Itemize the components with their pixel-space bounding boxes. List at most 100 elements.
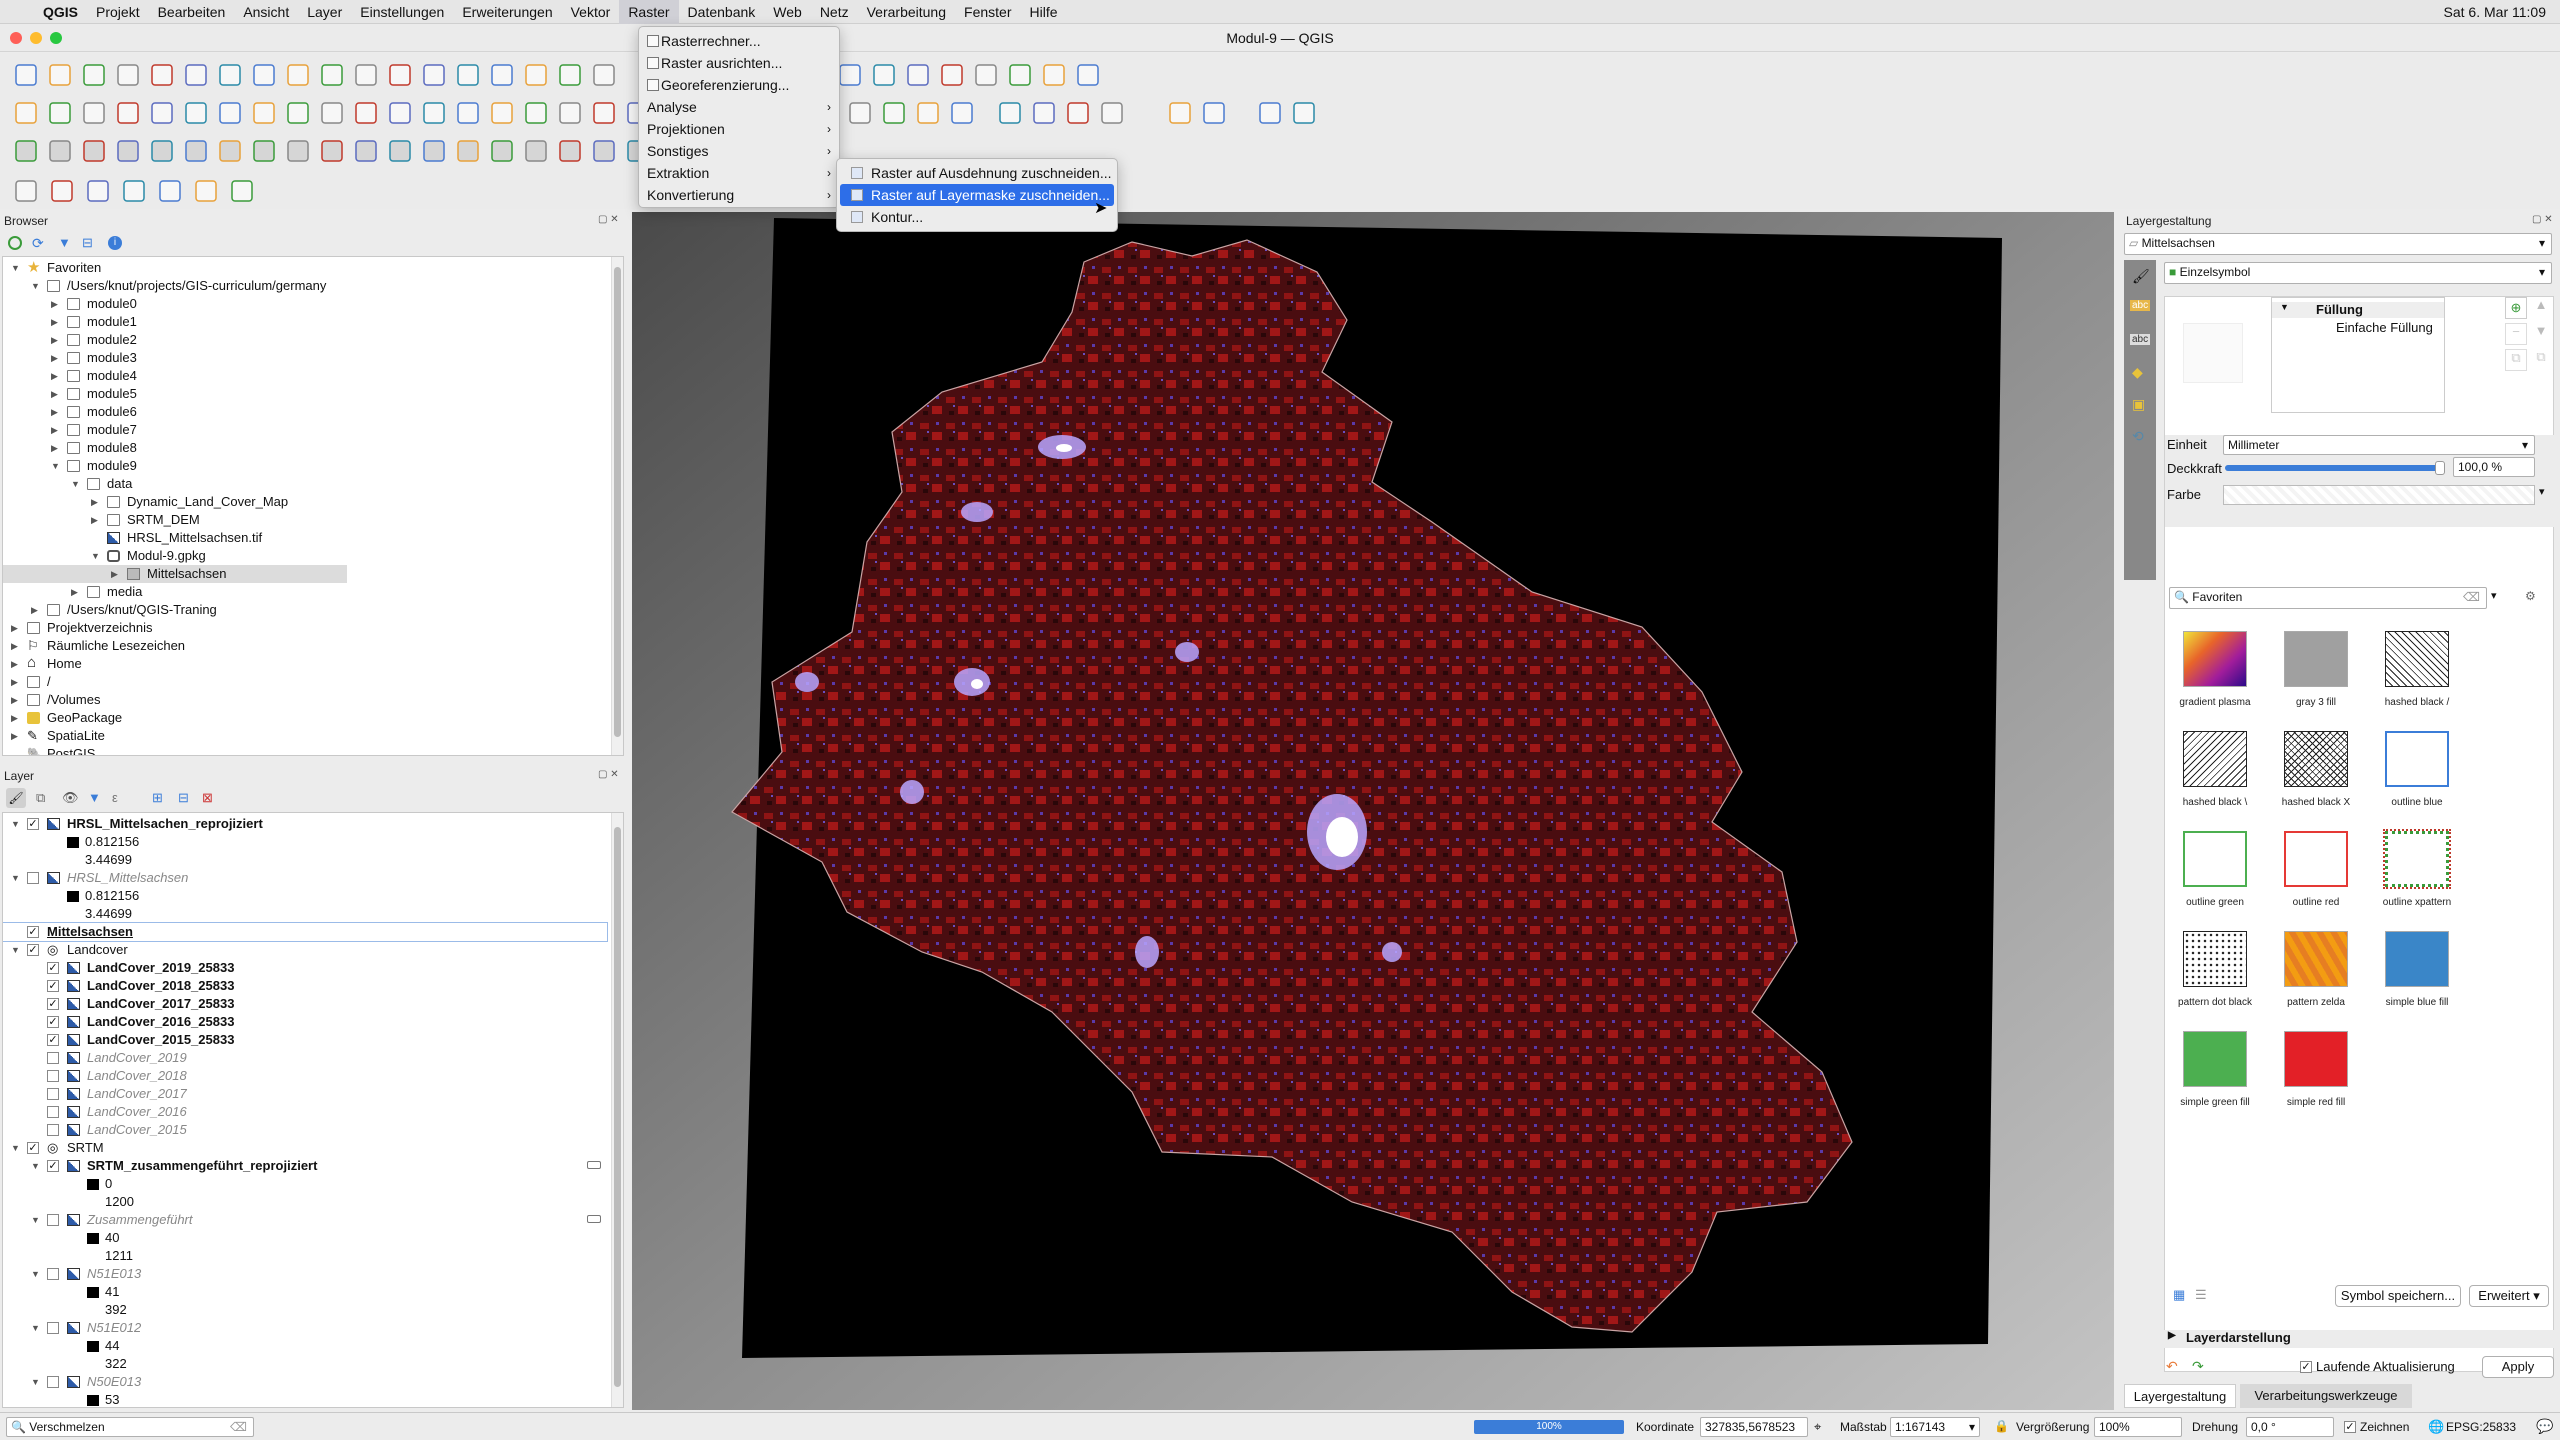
browser-item[interactable]: ▼ Modul-9.gpkg xyxy=(3,547,609,565)
add-selected-icon[interactable] xyxy=(8,236,22,250)
toolbar-button-22[interactable] xyxy=(151,102,173,124)
layer-row[interactable]: LandCover_2015 xyxy=(3,1121,609,1139)
expand-arrow-icon[interactable]: ▶ xyxy=(111,565,121,583)
toolbar-button-79[interactable] xyxy=(917,102,939,124)
toolbar-button-47[interactable] xyxy=(253,140,275,162)
toolbar-button-56[interactable] xyxy=(559,140,581,162)
toolbar-button-52[interactable] xyxy=(423,140,445,162)
raster-menu-item[interactable]: Konvertierung › xyxy=(639,184,839,206)
toolbar-button-54[interactable] xyxy=(491,140,513,162)
expand-arrow-icon[interactable]: ▶ xyxy=(51,439,61,457)
layer-row[interactable]: 322 xyxy=(3,1355,609,1373)
toolbar-button-40[interactable] xyxy=(15,140,37,162)
menu-layer[interactable]: Layer xyxy=(298,0,351,24)
toolbar-button-0[interactable] xyxy=(15,64,37,86)
layer-visibility-checkbox[interactable]: ✓ xyxy=(47,1034,59,1046)
menu-projekt[interactable]: Projekt xyxy=(87,0,149,24)
browser-item[interactable]: ▼ data xyxy=(3,475,609,493)
layer-row[interactable]: ▼ Zusammengeführt xyxy=(3,1211,609,1229)
live-update-checkbox[interactable]: ✓ xyxy=(2300,1361,2312,1373)
opacity-slider[interactable] xyxy=(2225,461,2445,475)
toolbar-button-78[interactable] xyxy=(883,102,905,124)
layer-visibility-checkbox[interactable] xyxy=(47,1124,59,1136)
toolbar-button-43[interactable] xyxy=(117,140,139,162)
layer-row[interactable]: LandCover_2019 xyxy=(3,1049,609,1067)
toolbar-button-55[interactable] xyxy=(525,140,547,162)
expand-arrow-icon[interactable]: ▶ xyxy=(51,403,61,421)
expand-arrow-icon[interactable]: ▼ xyxy=(11,941,21,959)
expand-arrow-icon[interactable]: ▼ xyxy=(11,869,21,887)
apply-button[interactable]: Apply xyxy=(2482,1356,2554,1378)
toolbar-button-53[interactable] xyxy=(457,140,479,162)
layer-visibility-checkbox[interactable]: ✓ xyxy=(47,1160,59,1172)
toolbar-button-80[interactable] xyxy=(951,102,973,124)
toolbar-button-68[interactable] xyxy=(231,180,253,202)
toolbar-button-29[interactable] xyxy=(389,102,411,124)
layer-row[interactable]: 392 xyxy=(3,1301,609,1319)
move-up-button[interactable]: ▲ xyxy=(2531,297,2551,319)
toolbar-button-17[interactable] xyxy=(593,64,615,86)
layer-rendering-section[interactable]: ▶ Layerdarstellung xyxy=(2164,1330,2554,1348)
layer-select[interactable]: ▱ Mittelsachsen ▾ xyxy=(2124,233,2552,255)
expand-all-icon[interactable]: ⊞ xyxy=(152,790,163,806)
color-dropdown-icon[interactable]: ▾ xyxy=(2539,485,2545,498)
list-view-toggle[interactable]: ☰ xyxy=(2195,1287,2207,1303)
layer-row[interactable]: 0.812156 xyxy=(3,833,609,851)
browser-item[interactable]: ▶ module3 xyxy=(3,349,609,367)
toolbar-button-8[interactable] xyxy=(287,64,309,86)
expand-arrow-icon[interactable]: ▼ xyxy=(11,1139,21,1157)
map-canvas[interactable] xyxy=(632,212,2114,1410)
toolbar-button-9[interactable] xyxy=(321,64,343,86)
lock-scale-icon[interactable]: 🔒 xyxy=(1994,1419,2009,1433)
toolbar-button-20[interactable] xyxy=(83,102,105,124)
menu-fenster[interactable]: Fenster xyxy=(955,0,1020,24)
toolbar-button-25[interactable] xyxy=(253,102,275,124)
browser-item[interactable]: ▶ module7 xyxy=(3,421,609,439)
toolbar-button-77[interactable] xyxy=(849,102,871,124)
browser-item[interactable]: ▶ /Users/knut/QGIS-Traning xyxy=(3,601,609,619)
layer-visibility-checkbox[interactable] xyxy=(47,1322,59,1334)
browser-item[interactable]: ▶ /Volumes xyxy=(3,691,609,709)
toolbar-button-18[interactable] xyxy=(15,102,37,124)
layer-row[interactable]: ✓ LandCover_2016_25833 xyxy=(3,1013,609,1031)
browser-scrollbar[interactable] xyxy=(611,257,623,755)
symbology-tab-icon[interactable]: 🖌 xyxy=(2132,268,2150,285)
undo-icon[interactable]: ↶ xyxy=(2166,1358,2186,1376)
toolbar-button-7[interactable] xyxy=(253,64,275,86)
raster-menu-item[interactable]: Extraktion › xyxy=(639,162,839,184)
toolbar-button-42[interactable] xyxy=(83,140,105,162)
browser-item[interactable]: ▶ GeoPackage xyxy=(3,709,609,727)
expand-arrow-icon[interactable]: ▶ xyxy=(51,349,61,367)
duplicate-layer-button[interactable]: ⧉ xyxy=(2531,349,2551,371)
toolbar-button-2[interactable] xyxy=(83,64,105,86)
symbol-zelda[interactable] xyxy=(2284,931,2348,987)
opacity-field[interactable]: 100,0 % xyxy=(2453,457,2535,477)
toolbar-button-65[interactable] xyxy=(123,180,145,202)
layer-row[interactable]: ▼ N51E013 xyxy=(3,1265,609,1283)
toolbar-button-28[interactable] xyxy=(355,102,377,124)
symbol-gradient[interactable] xyxy=(2183,631,2247,687)
layer-row[interactable]: ▼ N51E012 xyxy=(3,1319,609,1337)
locator-search[interactable]: 🔍 Verschmelzen ⌫ xyxy=(6,1417,254,1437)
toolbar-button-62[interactable] xyxy=(15,180,37,202)
layer-visibility-checkbox[interactable]: ✓ xyxy=(47,998,59,1010)
toolbar-button-46[interactable] xyxy=(219,140,241,162)
toolbar-button-32[interactable] xyxy=(491,102,513,124)
toolbar-button-85[interactable] xyxy=(1169,102,1191,124)
toolbar-button-5[interactable] xyxy=(185,64,207,86)
scale-field[interactable]: 1:167143 ▾ xyxy=(1890,1417,1980,1437)
expand-arrow-icon[interactable]: ▶ xyxy=(51,421,61,439)
toolbar-button-87[interactable] xyxy=(1259,102,1281,124)
layer-row[interactable]: ✓ LandCover_2018_25833 xyxy=(3,977,609,995)
toolbar-button-44[interactable] xyxy=(151,140,173,162)
toolbar-button-34[interactable] xyxy=(559,102,581,124)
tab-layer-styling[interactable]: Layergestaltung xyxy=(2124,1384,2236,1408)
menu-einstellungen[interactable]: Einstellungen xyxy=(351,0,453,24)
expand-arrow-icon[interactable]: ▼ xyxy=(31,1211,41,1229)
toolbar-button-75[interactable] xyxy=(1043,64,1065,86)
symbol-hash1[interactable] xyxy=(2385,631,2449,687)
layer-visibility-checkbox[interactable]: ✓ xyxy=(27,926,39,938)
layer-row[interactable]: ▼ ✓ SRTM_zusammengeführt_reprojiziert xyxy=(3,1157,609,1175)
layer-visibility-checkbox[interactable] xyxy=(47,1268,59,1280)
toolbar-button-21[interactable] xyxy=(117,102,139,124)
